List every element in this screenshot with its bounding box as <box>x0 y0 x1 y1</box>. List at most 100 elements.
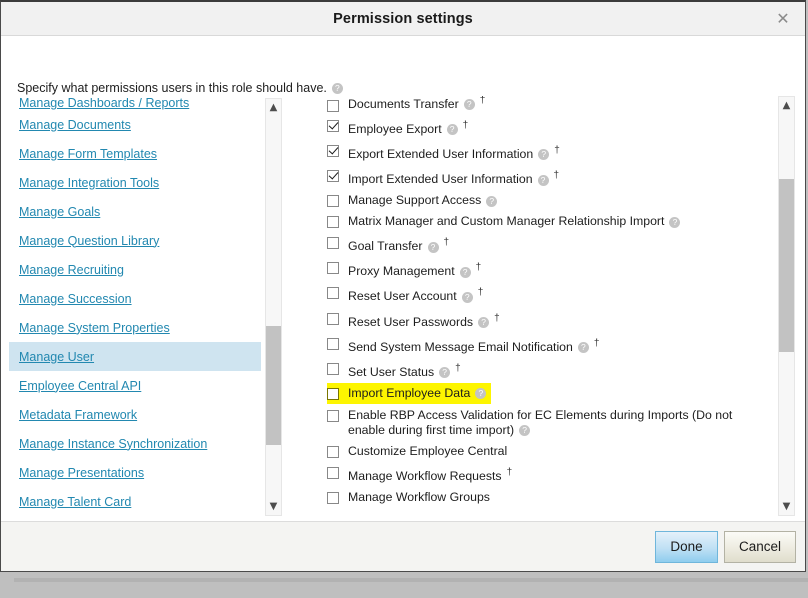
sidebar-item-label[interactable]: Manage Presentations <box>19 466 144 480</box>
sidebar-item-label[interactable]: Employee Central API <box>19 379 141 393</box>
permission-row[interactable]: Manage Workflow Groups <box>313 487 773 506</box>
permission-row[interactable]: Import Employee Data? <box>327 382 492 404</box>
checkbox-checked[interactable] <box>327 120 339 132</box>
category-scrollbar[interactable]: ▲ ▼ <box>265 98 282 516</box>
sidebar-item-employee-central-api[interactable]: Employee Central API <box>9 371 261 400</box>
permissions-scrollbar[interactable]: ▲ ▼ <box>778 96 795 516</box>
permissions-scrollbar-thumb[interactable] <box>779 179 794 353</box>
help-icon[interactable]: ? <box>446 124 458 136</box>
sidebar-item-manage-question-library[interactable]: Manage Question Library <box>9 226 261 255</box>
help-icon[interactable]: ? <box>577 342 589 353</box>
checkbox-unchecked[interactable] <box>327 387 339 400</box>
sidebar-item-label[interactable]: Manage Succession <box>19 292 132 306</box>
chevron-down-icon[interactable]: ▼ <box>266 498 281 515</box>
permission-options-list[interactable]: Documents Transfer? † Employee Export? † Exp… <box>313 96 773 516</box>
sidebar-item-label[interactable]: Manage Recruiting <box>19 263 124 277</box>
permission-row[interactable]: Manage Workflow Requests † <box>313 462 773 487</box>
sidebar-item-label[interactable]: Manage Form Templates <box>19 147 157 161</box>
help-icon[interactable]: ? <box>486 195 498 207</box>
permission-row[interactable]: Set User Status? † <box>313 358 773 383</box>
checkbox-unchecked[interactable] <box>327 237 339 250</box>
checkbox-unchecked[interactable] <box>327 216 339 229</box>
sidebar-item-label[interactable]: Manage Talent Card <box>19 495 131 509</box>
checkbox-unchecked[interactable] <box>327 312 339 325</box>
chevron-up-icon[interactable]: ▲ <box>779 97 794 114</box>
done-button[interactable]: Done <box>654 530 718 563</box>
permission-row[interactable]: Enable RBP Access Validation for EC Elem… <box>313 405 773 441</box>
sidebar-item-label[interactable]: Manage Documents <box>19 118 131 132</box>
checkbox-unchecked[interactable] <box>327 445 339 458</box>
checkbox-unchecked[interactable] <box>327 491 339 504</box>
sidebar-item-manage-form-templates[interactable]: Manage Form Templates <box>9 139 261 168</box>
checkbox-unchecked[interactable] <box>327 262 339 275</box>
checkbox-unchecked[interactable] <box>327 466 339 479</box>
sidebar-item-metadata-framework[interactable]: Metadata Framework <box>9 400 261 429</box>
help-icon[interactable]: ? <box>478 316 490 328</box>
permission-row[interactable]: Proxy Management? † <box>313 257 773 282</box>
chevron-up-icon[interactable]: ▲ <box>266 99 281 116</box>
permission-row[interactable]: Goal Transfer? † <box>313 232 773 257</box>
help-icon[interactable]: ? <box>331 82 343 94</box>
sidebar-item-label[interactable]: Manage Integration Tools <box>19 176 159 190</box>
sidebar-item-manage-goals[interactable]: Manage Goals <box>9 197 261 226</box>
sidebar-item-label[interactable]: Manage User <box>19 350 94 364</box>
permission-row[interactable]: Documents Transfer? † <box>313 96 773 115</box>
permission-row[interactable]: Matrix Manager and Custom Manager Relati… <box>313 211 773 232</box>
sidebar-item-manage-talent-card[interactable]: Manage Talent Card <box>9 487 261 516</box>
permission-row[interactable]: Export Extended User Information? † <box>313 140 773 165</box>
checkbox-unchecked[interactable] <box>327 100 339 112</box>
sidebar-item-label[interactable]: Manage Instance Synchronization <box>19 437 207 451</box>
sidebar-item-label[interactable]: Manage Question Library <box>19 234 159 248</box>
checkbox-unchecked[interactable] <box>327 362 339 375</box>
sidebar-item-manage-recruiting[interactable]: Manage Recruiting <box>9 255 261 284</box>
permission-label: Proxy Management? † <box>348 260 481 279</box>
permission-label: Reset User Passwords? † <box>348 311 500 330</box>
checkbox-checked[interactable] <box>327 170 339 183</box>
sidebar-item-manage-succession[interactable]: Manage Succession <box>9 284 261 313</box>
permission-row[interactable]: Send System Message Email Notification? † <box>313 333 773 358</box>
permission-row[interactable]: Reset User Account? † <box>313 282 773 307</box>
help-icon[interactable]: ? <box>475 388 487 400</box>
sidebar-item-label[interactable]: Metadata Framework <box>19 408 137 422</box>
cancel-button[interactable]: Cancel <box>723 530 796 563</box>
sidebar-item-manage-integration-tools[interactable]: Manage Integration Tools <box>9 168 261 197</box>
checkbox-unchecked[interactable] <box>327 337 339 350</box>
category-scrollbar-thumb[interactable] <box>266 326 281 445</box>
help-icon[interactable]: ? <box>538 149 550 161</box>
checkbox-unchecked[interactable] <box>327 195 339 208</box>
checkbox-checked[interactable] <box>327 145 339 158</box>
help-icon[interactable]: ? <box>459 266 471 278</box>
permission-row[interactable]: Customize Employee Central <box>313 441 773 462</box>
sidebar-item-label[interactable]: Manage System Properties <box>19 321 170 335</box>
help-icon[interactable]: ? <box>669 216 681 228</box>
sidebar-item-manage-instance-synchronization[interactable]: Manage Instance Synchronization <box>9 429 261 458</box>
permission-label: Import Employee Data? <box>348 386 487 401</box>
close-icon[interactable]: ✕ <box>767 2 799 35</box>
permission-label: Reset User Account? † <box>348 285 483 304</box>
help-icon[interactable]: ? <box>537 174 549 186</box>
dagger-marker: † <box>462 120 469 131</box>
sidebar-item-manage-documents[interactable]: Manage Documents <box>9 110 261 139</box>
permission-row[interactable]: Manage Support Access? <box>313 190 773 211</box>
help-icon[interactable]: ? <box>519 425 531 437</box>
dagger-marker: † <box>475 262 482 274</box>
permission-category-list[interactable]: Manage Dashboards / Reports Manage Docume… <box>9 98 261 516</box>
sidebar-item-label[interactable]: Manage Dashboards / Reports <box>19 98 189 110</box>
help-icon[interactable]: ? <box>427 241 439 253</box>
sidebar-item-label[interactable]: Manage Goals <box>19 205 100 219</box>
sidebar-item-manage-system-properties[interactable]: Manage System Properties <box>9 313 261 342</box>
sidebar-item-manage-user[interactable]: Manage User <box>9 342 261 371</box>
help-icon[interactable]: ? <box>461 291 473 303</box>
help-icon[interactable]: ? <box>463 99 475 111</box>
sidebar-item-manage-presentations[interactable]: Manage Presentations <box>9 458 261 487</box>
help-icon[interactable]: ? <box>439 367 451 379</box>
checkbox-unchecked[interactable] <box>327 287 339 300</box>
dagger-marker: † <box>455 362 461 374</box>
permission-row[interactable]: Reset User Passwords? † <box>313 308 773 333</box>
sidebar-item-manage-dashboards-reports[interactable]: Manage Dashboards / Reports <box>9 98 261 110</box>
permission-row[interactable]: Import Extended User Information? † <box>313 165 773 190</box>
permission-label: Matrix Manager and Custom Manager Relati… <box>348 214 681 229</box>
checkbox-unchecked[interactable] <box>327 409 339 422</box>
chevron-down-icon[interactable]: ▼ <box>779 498 794 515</box>
permission-row[interactable]: Employee Export? † <box>313 115 773 140</box>
